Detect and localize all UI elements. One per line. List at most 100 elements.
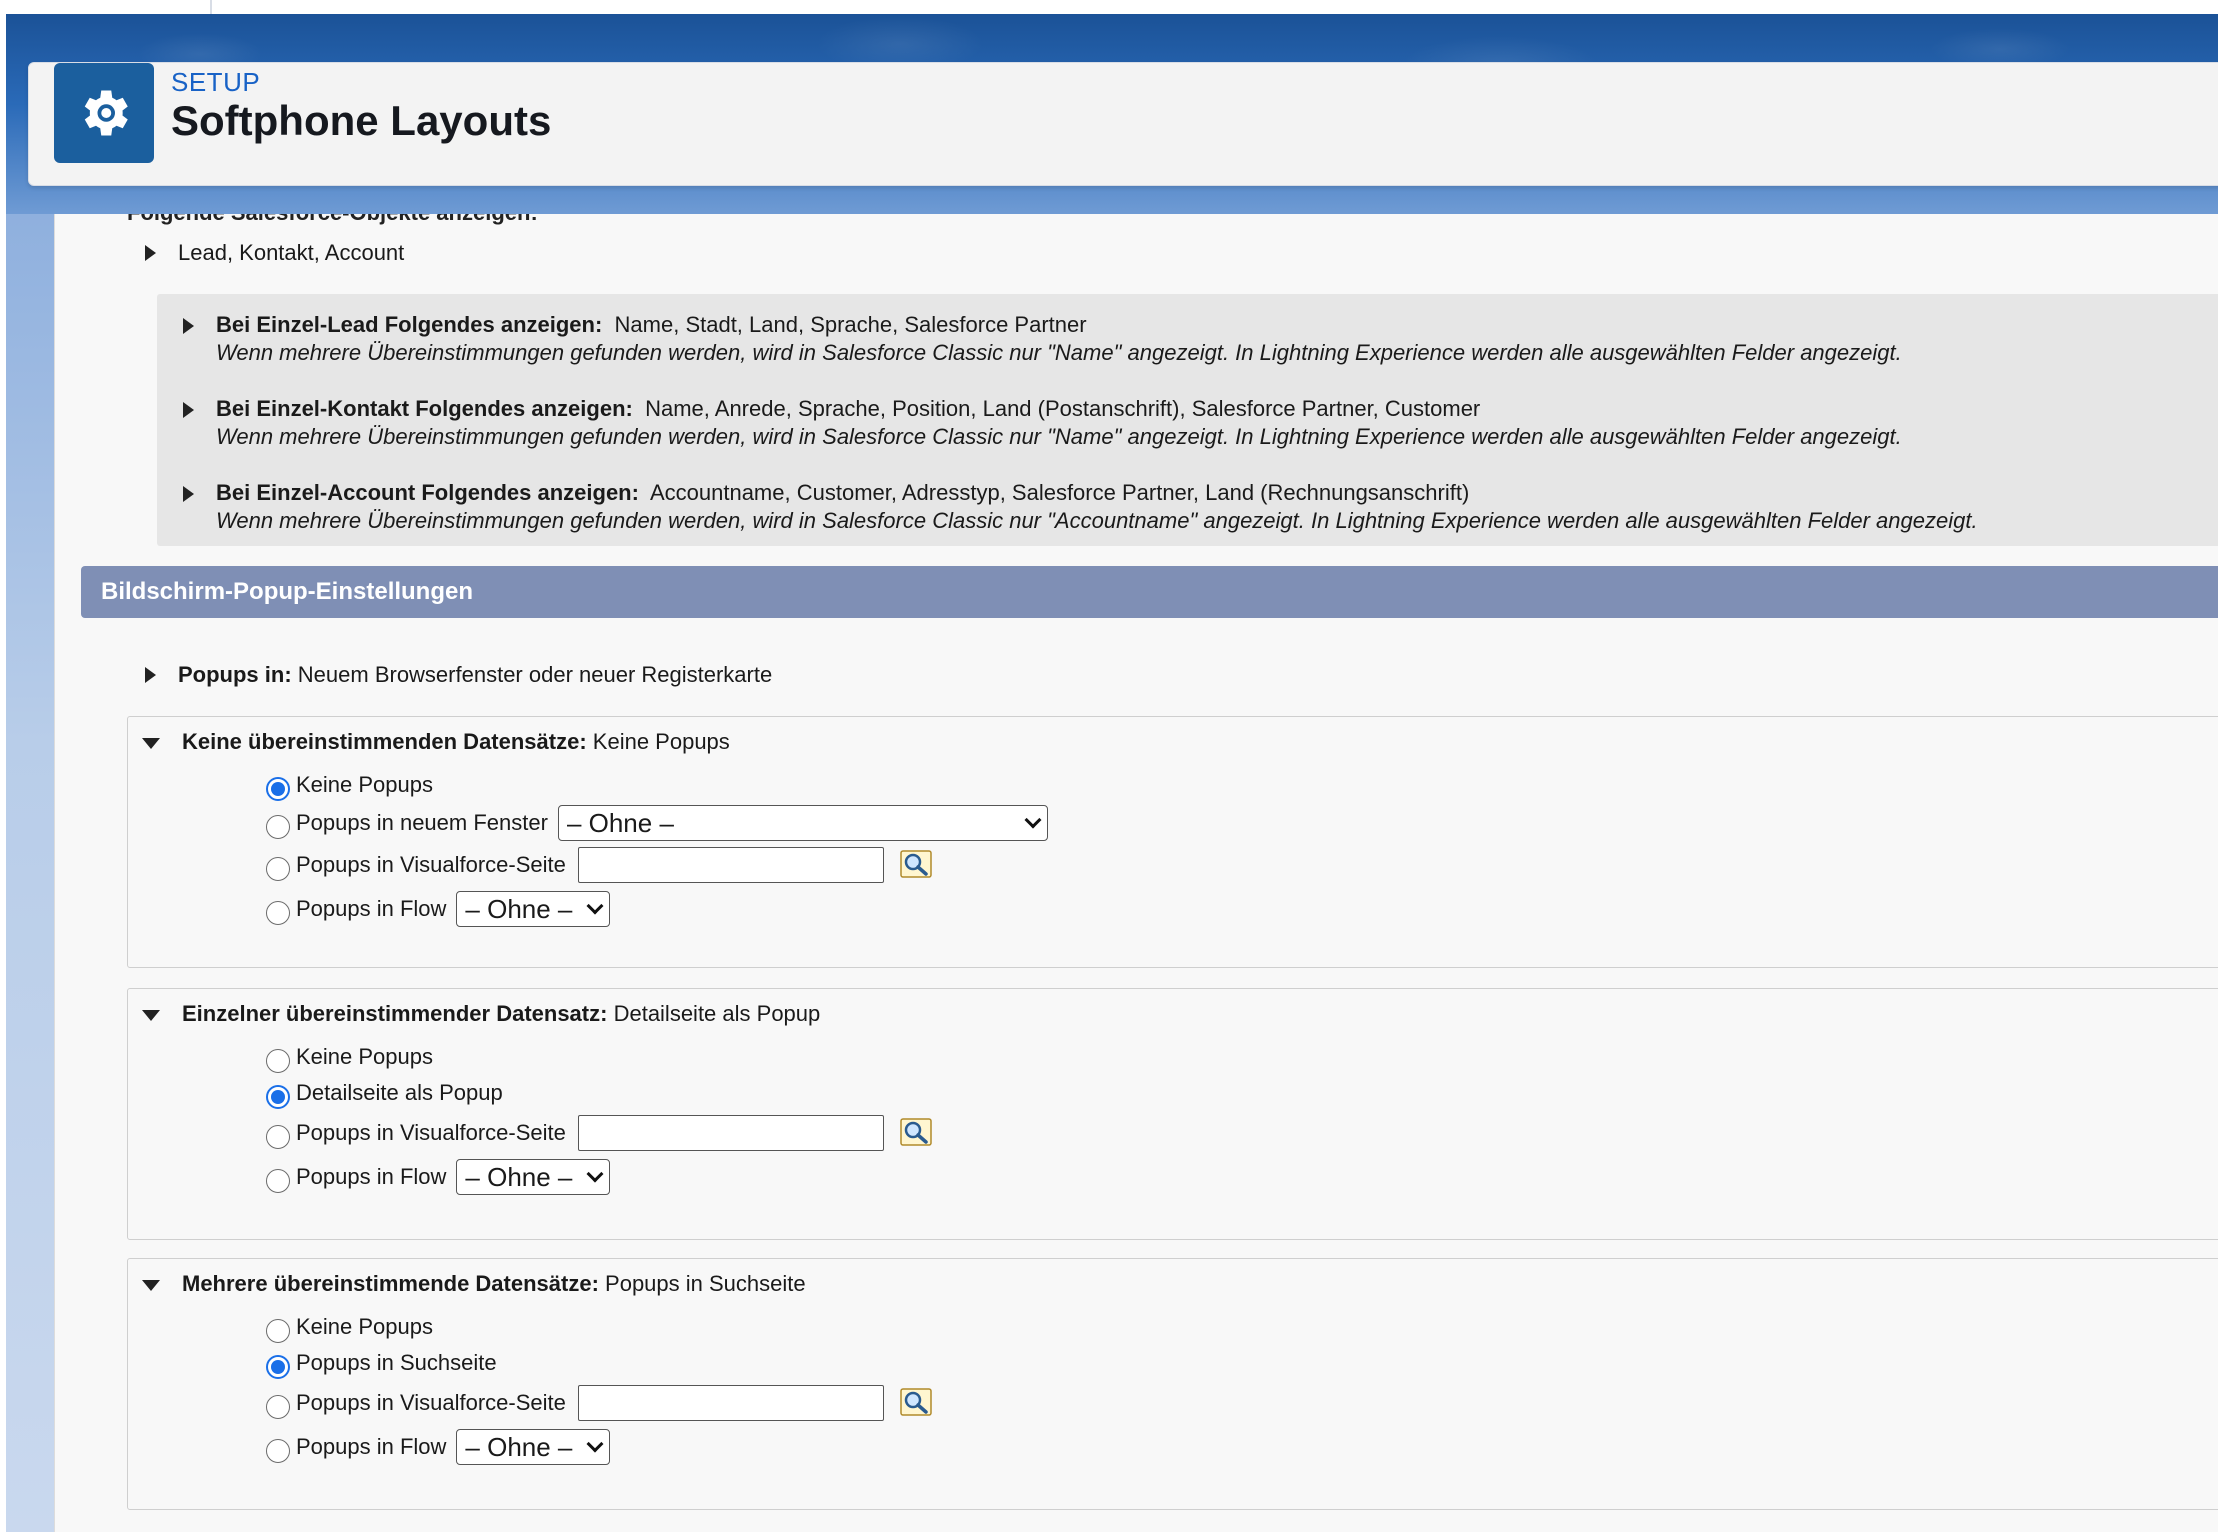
page-header: SETUP Softphone Layouts bbox=[28, 62, 2218, 186]
chevron-down-icon bbox=[586, 1435, 604, 1453]
option-row[interactable]: Keine Popups bbox=[266, 1311, 433, 1343]
radio-popups-visualforce[interactable] bbox=[266, 1395, 290, 1419]
flow-select[interactable]: – Ohne – bbox=[456, 1429, 611, 1465]
expand-arrow-icon[interactable] bbox=[183, 318, 194, 334]
flow-select[interactable]: – Ohne – bbox=[456, 1159, 611, 1195]
radio-popups-visualforce[interactable] bbox=[266, 1125, 290, 1149]
collapse-arrow-icon[interactable] bbox=[142, 737, 160, 749]
collapse-arrow-icon[interactable] bbox=[142, 1009, 160, 1021]
radio-popups-flow[interactable] bbox=[266, 1169, 290, 1193]
select-value: – Ohne – bbox=[566, 807, 674, 838]
option-label: Popups in Flow bbox=[296, 1164, 447, 1189]
visualforce-page-input[interactable] bbox=[577, 847, 884, 883]
expand-arrow-icon[interactable] bbox=[145, 667, 156, 683]
group-label: Keine übereinstimmenden Datensätze: bbox=[182, 729, 587, 754]
objects-heading: Folgende Salesforce-Objekte anzeigen: bbox=[127, 214, 538, 226]
detail-label: Bei Einzel-Kontakt Folgendes anzeigen: bbox=[216, 396, 633, 421]
window-select[interactable]: – Ohne – bbox=[557, 805, 1048, 841]
objects-list: Lead, Kontakt, Account bbox=[178, 240, 405, 265]
radio-popups-flow[interactable] bbox=[266, 901, 290, 925]
flow-select[interactable]: – Ohne – bbox=[456, 891, 611, 927]
group-value: Keine Popups bbox=[592, 729, 730, 754]
radio-popups-neues-fenster[interactable] bbox=[266, 815, 290, 839]
option-label: Popups in Flow bbox=[296, 896, 447, 921]
group-no-match: Keine übereinstimmenden Datensätze: Kein… bbox=[127, 716, 2218, 968]
option-label: Detailseite als Popup bbox=[296, 1080, 503, 1105]
option-row[interactable]: Popups in Flow – Ohne – bbox=[266, 891, 611, 927]
chevron-down-icon bbox=[586, 1165, 604, 1183]
visualforce-page-input[interactable] bbox=[577, 1385, 884, 1421]
option-label: Keine Popups bbox=[296, 1044, 433, 1069]
group-value: Detailseite als Popup bbox=[613, 1001, 821, 1026]
radio-popups-visualforce[interactable] bbox=[266, 857, 290, 881]
option-label: Keine Popups bbox=[296, 1314, 433, 1339]
section-header-popup-settings: Bildschirm-Popup-Einstellungen bbox=[81, 566, 2218, 618]
option-row[interactable]: Popups in Suchseite bbox=[266, 1347, 497, 1379]
option-row[interactable]: Popups in Flow – Ohne – bbox=[266, 1159, 611, 1195]
expand-arrow-icon[interactable] bbox=[145, 245, 156, 261]
radio-keine-popups[interactable] bbox=[266, 1319, 290, 1343]
background-left bbox=[0, 214, 56, 1532]
group-header[interactable]: Einzelner übereinstimmender Datensatz: D… bbox=[142, 1001, 820, 1027]
setup-gear-icon bbox=[54, 63, 154, 163]
lookup-icon[interactable] bbox=[900, 850, 934, 880]
option-label: Popups in Flow bbox=[296, 1434, 447, 1459]
detail-note: Wenn mehrere Übereinstimmungen gefunden … bbox=[216, 340, 1902, 365]
select-value: – Ohne – bbox=[465, 893, 573, 924]
page-title: Softphone Layouts bbox=[171, 97, 552, 144]
option-row[interactable]: Popups in Visualforce-Seite bbox=[266, 1115, 934, 1151]
option-label: Popups in Suchseite bbox=[296, 1350, 497, 1375]
radio-keine-popups[interactable] bbox=[266, 777, 290, 801]
expand-arrow-icon[interactable] bbox=[183, 486, 194, 502]
detail-note: Wenn mehrere Übereinstimmungen gefunden … bbox=[216, 508, 1978, 533]
detail-label: Bei Einzel-Lead Folgendes anzeigen: bbox=[216, 312, 603, 337]
option-row[interactable]: Popups in Visualforce-Seite bbox=[266, 1385, 934, 1421]
content-panel: Folgende Salesforce-Objekte anzeigen: Le… bbox=[54, 214, 2218, 1532]
lookup-icon[interactable] bbox=[900, 1388, 934, 1418]
option-row[interactable]: Keine Popups bbox=[266, 1041, 433, 1073]
expand-arrow-icon[interactable] bbox=[183, 402, 194, 418]
option-label: Popups in neuem Fenster bbox=[296, 810, 548, 835]
option-row[interactable]: Popups in Flow – Ohne – bbox=[266, 1429, 611, 1465]
group-label: Einzelner übereinstimmender Datensatz: bbox=[182, 1001, 608, 1026]
collapse-arrow-icon[interactable] bbox=[142, 1279, 160, 1291]
detail-fields: Name, Stadt, Land, Sprache, Salesforce P… bbox=[614, 312, 1087, 337]
radio-keine-popups[interactable] bbox=[266, 1049, 290, 1073]
popups-in-value: Neuem Browserfenster oder neuer Register… bbox=[297, 662, 773, 687]
option-row[interactable]: Detailseite als Popup bbox=[266, 1077, 503, 1109]
lookup-icon[interactable] bbox=[900, 1118, 934, 1148]
detail-fields: Name, Anrede, Sprache, Position, Land (P… bbox=[645, 396, 1481, 421]
option-label: Popups in Visualforce-Seite bbox=[296, 1390, 566, 1415]
option-label: Keine Popups bbox=[296, 772, 433, 797]
chevron-down-icon bbox=[586, 897, 604, 915]
option-label: Popups in Visualforce-Seite bbox=[296, 852, 566, 877]
detail-account[interactable]: Bei Einzel-Account Folgendes anzeigen: A… bbox=[183, 480, 1978, 534]
detail-fields: Accountname, Customer, Adresstyp, Salesf… bbox=[649, 480, 1470, 505]
option-row[interactable]: Popups in Visualforce-Seite bbox=[266, 847, 934, 883]
top-strip bbox=[0, 0, 2218, 14]
select-value: – Ohne – bbox=[465, 1431, 573, 1462]
group-label: Mehrere übereinstimmende Datensätze: bbox=[182, 1271, 599, 1296]
left-edge bbox=[0, 14, 6, 1532]
group-multiple-match: Mehrere übereinstimmende Datensätze: Pop… bbox=[127, 1258, 2218, 1510]
detail-label: Bei Einzel-Account Folgendes anzeigen: bbox=[216, 480, 639, 505]
radio-popups-flow[interactable] bbox=[266, 1439, 290, 1463]
chevron-down-icon bbox=[1024, 811, 1042, 829]
breadcrumb[interactable]: SETUP bbox=[171, 67, 260, 98]
detail-contact[interactable]: Bei Einzel-Kontakt Folgendes anzeigen: N… bbox=[183, 396, 1902, 450]
group-single-match: Einzelner übereinstimmender Datensatz: D… bbox=[127, 988, 2218, 1240]
detail-lead[interactable]: Bei Einzel-Lead Folgendes anzeigen: Name… bbox=[183, 312, 1902, 366]
detail-note: Wenn mehrere Übereinstimmungen gefunden … bbox=[216, 424, 1902, 449]
popups-in-row[interactable]: Popups in: Neuem Browserfenster oder neu… bbox=[145, 662, 772, 688]
group-header[interactable]: Keine übereinstimmenden Datensätze: Kein… bbox=[142, 729, 730, 755]
top-divider bbox=[210, 0, 212, 14]
option-row[interactable]: Popups in neuem Fenster – Ohne – bbox=[266, 805, 1048, 841]
visualforce-page-input[interactable] bbox=[577, 1115, 884, 1151]
radio-suchseite[interactable] bbox=[266, 1355, 290, 1379]
group-header[interactable]: Mehrere übereinstimmende Datensätze: Pop… bbox=[142, 1271, 806, 1297]
object-details-box: Bei Einzel-Lead Folgendes anzeigen: Name… bbox=[157, 294, 2218, 546]
radio-detailseite[interactable] bbox=[266, 1085, 290, 1109]
option-row[interactable]: Keine Popups bbox=[266, 769, 433, 801]
group-value: Popups in Suchseite bbox=[605, 1271, 806, 1296]
objects-row[interactable]: Lead, Kontakt, Account bbox=[145, 240, 404, 266]
